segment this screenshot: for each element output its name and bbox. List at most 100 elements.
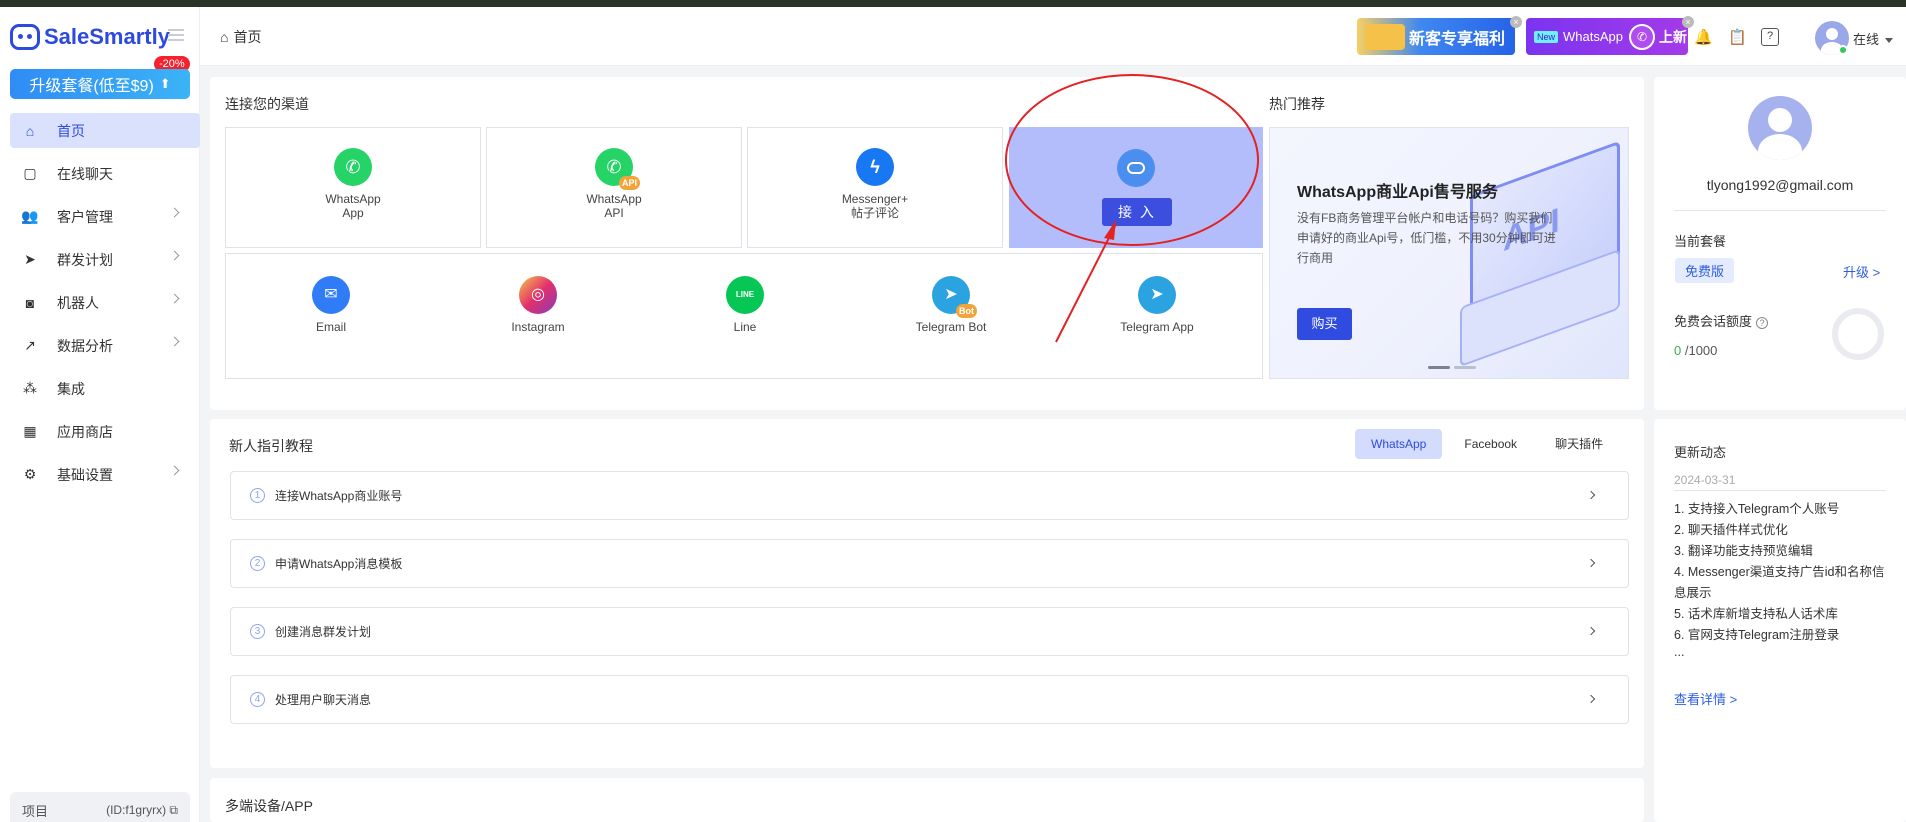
devices-card bbox=[210, 778, 1644, 822]
upgrade-link[interactable]: 升级 > bbox=[1843, 262, 1880, 281]
guide-tabs: WhatsApp Facebook 聊天插件 bbox=[1355, 429, 1625, 459]
sidebar-item-robot[interactable]: ◙ 机器人 bbox=[10, 285, 200, 320]
whatsapp-launch-promo-banner[interactable]: New WhatsApp ✆ 上新 bbox=[1526, 18, 1688, 55]
channel-label: Email bbox=[315, 320, 346, 334]
update-item: 5. 话术库新增支持私人话术库 bbox=[1674, 607, 1838, 621]
clipboard-icon[interactable]: 📋 bbox=[1728, 28, 1747, 46]
channel-chat-plugin-hover[interactable]: 接 入 bbox=[1009, 127, 1263, 248]
step-number: 4 bbox=[250, 692, 265, 707]
bot-badge: Bot bbox=[956, 304, 977, 318]
quota-label: 免费会话额度 bbox=[1674, 314, 1753, 329]
guide-step[interactable]: 1 连接WhatsApp商业账号 bbox=[230, 471, 1629, 520]
help-icon[interactable]: ? bbox=[1761, 28, 1779, 46]
chevron-right-icon bbox=[169, 336, 180, 347]
sidebar-item-analytics[interactable]: ↗ 数据分析 bbox=[10, 328, 200, 363]
step-label: 创建消息群发计划 bbox=[275, 625, 372, 639]
step-number: 2 bbox=[250, 556, 265, 571]
help-circle-icon[interactable]: ? bbox=[1756, 316, 1769, 329]
apps-icon: ▦ bbox=[23, 423, 37, 439]
carousel-dots[interactable] bbox=[1428, 366, 1480, 369]
guide-step[interactable]: 4 处理用户聊天消息 bbox=[230, 675, 1629, 724]
banner-title: WhatsApp商业Api售号服务 bbox=[1297, 184, 1498, 201]
close-promo-icon[interactable]: × bbox=[1510, 16, 1522, 28]
sidebar-item-home[interactable]: ⌂ 首页 bbox=[10, 113, 200, 148]
tab-facebook[interactable]: Facebook bbox=[1448, 429, 1533, 459]
channel-whatsapp-app[interactable]: ✆ WhatsApp App bbox=[225, 127, 481, 248]
channels-title: 连接您的渠道 bbox=[225, 96, 309, 112]
sidebar-item-broadcast[interactable]: ➤ 群发计划 bbox=[10, 242, 200, 277]
sidebar-item-app-store[interactable]: ▦ 应用商店 bbox=[10, 414, 200, 449]
sidebar-item-customers[interactable]: 👥 客户管理 bbox=[10, 199, 200, 234]
brand-name: SaleSmartly bbox=[44, 24, 170, 49]
channel-whatsapp-api[interactable]: ✆ API WhatsApp API bbox=[486, 127, 742, 248]
copy-icon[interactable]: ⧉ bbox=[169, 803, 178, 817]
chevron-right-icon bbox=[1586, 490, 1596, 500]
divider bbox=[1674, 210, 1886, 211]
channel-telegram-app[interactable]: ➤ Telegram App bbox=[1074, 258, 1240, 358]
step-label: 处理用户聊天消息 bbox=[275, 693, 372, 707]
upgrade-plan-button[interactable]: 升级套餐(低至$9) ⬆ bbox=[10, 69, 190, 99]
upgrade-plan-label: 升级套餐(低至$9) bbox=[29, 78, 154, 95]
sidebar-item-label: 在线聊天 bbox=[57, 165, 113, 182]
channel-label: Telegram Bot bbox=[915, 320, 987, 334]
channel-telegram-bot[interactable]: ➤ Bot Telegram Bot bbox=[868, 258, 1034, 358]
sidebar-item-label: 机器人 bbox=[57, 294, 99, 311]
chat-plugin-icon bbox=[1117, 149, 1155, 187]
email-icon: ✉ bbox=[312, 276, 350, 314]
tab-chat-plugin[interactable]: 聊天插件 bbox=[1539, 429, 1619, 459]
line-icon: LINE bbox=[726, 276, 764, 314]
step-number: 3 bbox=[250, 624, 265, 639]
channel-email[interactable]: ✉ Email bbox=[248, 258, 414, 358]
channel-label: WhatsApp bbox=[325, 192, 381, 206]
carousel-dot[interactable] bbox=[1428, 366, 1450, 369]
sidebar-item-label: 集成 bbox=[57, 380, 85, 397]
connect-button[interactable]: 接 入 bbox=[1102, 198, 1172, 226]
sidebar-item-label: 应用商店 bbox=[57, 423, 113, 440]
online-status-dot bbox=[1838, 45, 1848, 55]
step-label: 连接WhatsApp商业账号 bbox=[275, 489, 403, 503]
menu-collapse-icon[interactable] bbox=[168, 29, 184, 41]
update-item: 1. 支持接入Telegram个人账号 bbox=[1674, 502, 1840, 516]
plan-badge: 免费版 bbox=[1675, 258, 1735, 283]
channel-label: Messenger+ bbox=[841, 192, 909, 206]
brand-logo[interactable]: SaleSmartly bbox=[10, 19, 170, 55]
status-dropdown[interactable]: 在线 bbox=[1853, 29, 1893, 48]
channel-messenger[interactable]: ϟ Messenger+ 帖子评论 bbox=[747, 127, 1003, 248]
update-item: 4. Messenger渠道支持广告id和名称信息展示 bbox=[1674, 565, 1885, 600]
quota-ring-chart bbox=[1832, 308, 1884, 360]
buy-button[interactable]: 购买 bbox=[1297, 308, 1352, 340]
integration-icon: ⁂ bbox=[23, 380, 37, 396]
account-email: tlyong1992@gmail.com bbox=[1706, 177, 1854, 193]
guide-title: 新人指引教程 bbox=[229, 438, 313, 454]
banner-description: 没有FB商务管理平台帐户和电话号码？购买我们申请好的商业Api号，低门槛，不用3… bbox=[1297, 211, 1556, 265]
chevron-right-icon bbox=[1586, 694, 1596, 704]
sidebar-item-settings[interactable]: ⚙ 基础设置 bbox=[10, 457, 200, 492]
close-promo-icon[interactable]: × bbox=[1682, 16, 1694, 28]
new-customer-promo-banner[interactable]: 新客专享福利 bbox=[1357, 18, 1515, 55]
sidebar-item-integration[interactable]: ⁂ 集成 bbox=[10, 371, 200, 406]
tab-whatsapp[interactable]: WhatsApp bbox=[1355, 429, 1443, 459]
home-outline-icon: ⌂ bbox=[220, 29, 229, 45]
divider bbox=[1674, 490, 1886, 491]
users-icon: 👥 bbox=[21, 208, 39, 224]
quota-value: 0 /1000 bbox=[1674, 343, 1717, 358]
project-selector[interactable]: 项目 (ID:f1gryrx) ⧉ bbox=[10, 792, 190, 822]
channel-sublabel: 帖子评论 bbox=[850, 206, 899, 220]
guide-step[interactable]: 2 申请WhatsApp消息模板 bbox=[230, 539, 1629, 588]
carousel-dot[interactable] bbox=[1454, 366, 1476, 369]
sidebar-item-live-chat[interactable]: ▢ 在线聊天 bbox=[10, 156, 200, 191]
promo-new-customer-label: 新客专享福利 bbox=[1408, 30, 1505, 48]
hot-recommendation-banner[interactable]: API WhatsApp商业Api售号服务 没有FB商务管理平台帐户和电话号码？… bbox=[1269, 127, 1629, 379]
new-tag: New bbox=[1534, 30, 1559, 43]
whatsapp-icon: ✆ bbox=[334, 148, 372, 186]
profile-avatar bbox=[1748, 96, 1812, 160]
updates-title: 更新动态 bbox=[1674, 445, 1727, 460]
guide-step[interactable]: 3 创建消息群发计划 bbox=[230, 607, 1629, 656]
view-details-link[interactable]: 查看详情 > bbox=[1674, 689, 1737, 708]
channel-instagram[interactable]: ◎ Instagram bbox=[455, 258, 621, 358]
channel-line[interactable]: LINE Line bbox=[662, 258, 828, 358]
sidebar: SaleSmartly -20% 升级套餐(低至$9) ⬆ ⌂ 首页 ▢ 在线聊… bbox=[0, 7, 200, 822]
project-id-text: (ID:f1gryrx) bbox=[106, 803, 167, 817]
bell-icon[interactable]: 🔔 bbox=[1694, 28, 1713, 46]
breadcrumb-current: 首页 bbox=[233, 29, 262, 45]
